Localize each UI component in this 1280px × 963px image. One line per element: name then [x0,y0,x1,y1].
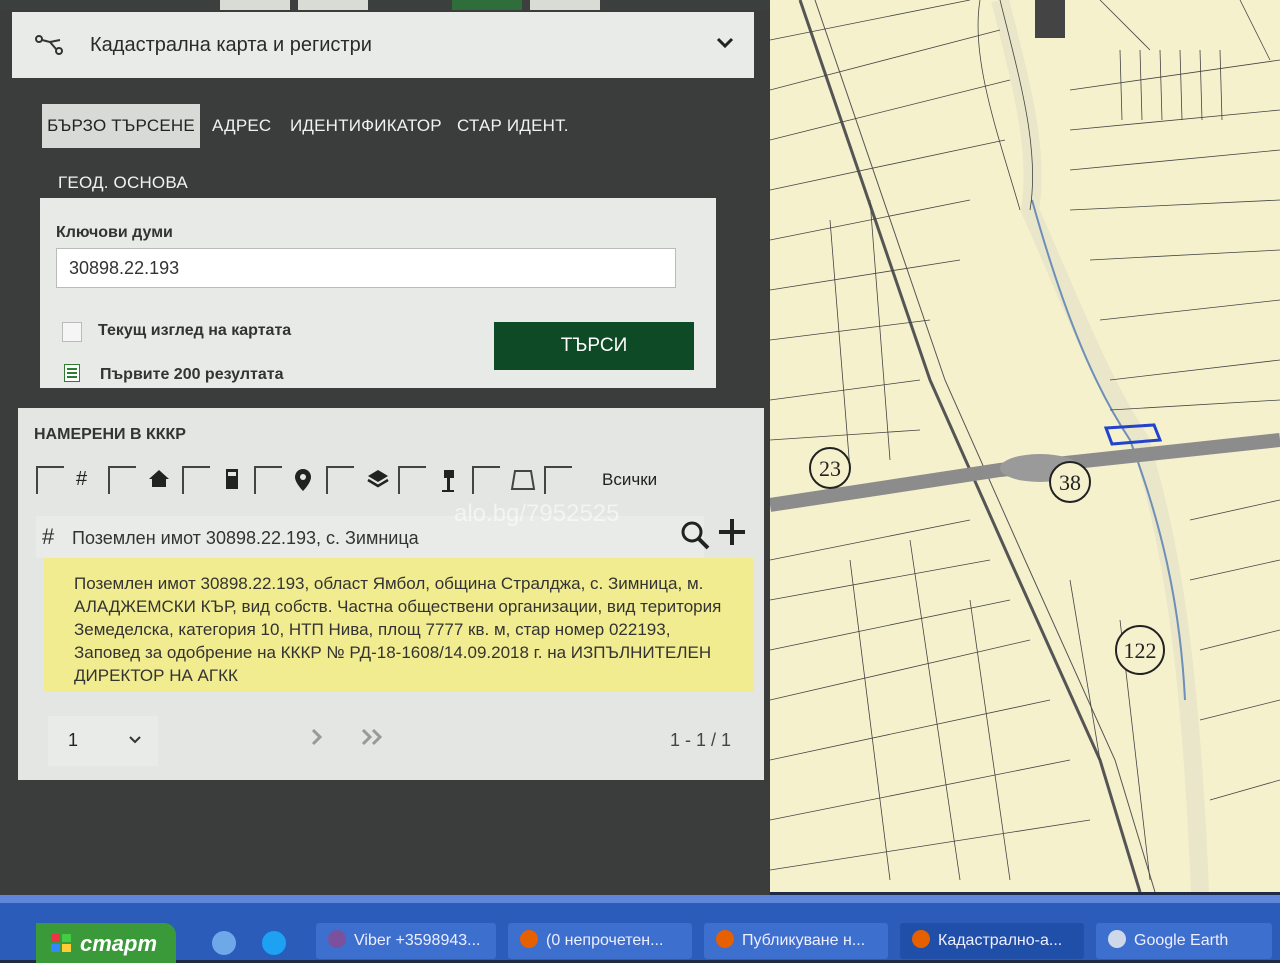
result-count: 1 - 1 / 1 [670,730,732,750]
browser-tab[interactable] [530,0,600,10]
start-label: старт [80,931,158,956]
result-item-title: Поземлен имот 30898.22.193, с. Зимница [72,528,419,548]
panel-title: Кадастрална карта и регистри [90,33,372,56]
filter-area-checkbox[interactable] [472,466,500,494]
road-label-122: 122 [1124,638,1157,663]
taskbar-item-firefox-mail[interactable]: (0 непрочетен... [508,923,692,959]
browser-tab[interactable] [298,0,368,10]
door-icon [224,468,240,496]
result-type-filters: # Всички [36,460,676,496]
result-description: Поземлен имот 30898.22.193, област Ямбол… [44,558,754,692]
browser-quicklaunch-icon[interactable] [212,931,236,955]
grid-icon: # [76,468,88,490]
google-earth-icon [1108,930,1126,948]
start-button[interactable]: старт [36,923,176,963]
layers-icon [366,468,390,496]
description-line: Земеделска, категория 10, НТП Нива, площ… [74,620,671,639]
description-line: Поземлен имот 30898.22.193, област Ямбол… [74,574,704,593]
taskbar-item-label: (0 непрочетен... [546,932,664,949]
tab-quick-search[interactable]: БЪРЗО ТЪРСЕНЕ [42,104,200,148]
taskbar-item-label: Google Earth [1134,932,1229,949]
grid-icon: # [42,524,55,549]
pagination: 1 1 - 1 / 1 [48,716,748,766]
current-view-checkbox[interactable] [62,322,82,342]
description-line: АЛАДЖЕМСКИ КЪР, вид собств. Частна общес… [74,597,722,616]
taskbar-item-viber[interactable]: Viber +3598943... [316,923,496,959]
last-page-icon[interactable] [360,728,386,752]
building-marker [1035,0,1065,38]
taskbar-item-label: Viber +3598943... [354,932,481,949]
map-pin-icon [294,468,312,498]
filter-all-label: Всички [602,470,658,489]
taskbar-item-label: Кадастрално-а... [938,932,1063,949]
browser-tab[interactable] [220,0,290,10]
chevron-down-icon [128,732,142,750]
map-canvas[interactable]: 23 38 122 [768,0,1280,893]
description-line: Заповед за одобрение на КККР № РД-18-160… [74,643,712,662]
keywords-input[interactable] [56,248,676,288]
page-select[interactable]: 1 [48,716,158,766]
polygon-icon [510,468,536,498]
next-page-icon[interactable] [310,728,324,752]
add-icon[interactable] [716,516,748,552]
spreadsheet-icon[interactable] [64,364,80,382]
filter-layer-checkbox[interactable] [326,466,354,494]
filter-all-checkbox[interactable] [544,466,572,494]
layers-tree-icon [34,34,64,56]
search-icon[interactable] [680,520,712,552]
windows-logo-icon [51,934,71,952]
tab-identifier[interactable]: ИДЕНТИФИКАТОР [290,116,442,136]
current-view-label: Текущ изглед на картата [98,322,292,339]
filter-address-checkbox[interactable] [254,466,282,494]
browser-tab-active[interactable] [452,0,522,10]
filter-parcel-checkbox[interactable] [36,466,64,494]
results-title: НАМЕРЕНИ В КККР [34,426,186,443]
watermark: alo.bg/7952525 [454,500,620,527]
browser-top-strip [0,0,780,10]
tab-old-identifier[interactable]: СТАР ИДЕНТ. [457,116,569,136]
survey-point-icon [440,468,458,500]
filter-unit-checkbox[interactable] [182,466,210,494]
viber-icon [328,930,346,948]
search-button[interactable]: ТЪРСИ [494,322,694,370]
keywords-label: Ключови думи [56,224,173,241]
tab-address[interactable]: АДРЕС [212,116,271,136]
taskbar-item-label: Публикуване н... [742,932,866,949]
cadastral-map[interactable]: 23 38 122 [768,0,1280,893]
description-line: ДИРЕКТОР НА АГКК [74,666,238,685]
page-number: 1 [68,730,79,750]
panel-header[interactable]: Кадастрална карта и регистри [12,12,754,78]
twitter-icon[interactable] [262,931,286,955]
house-icon [148,468,170,494]
firefox-icon [912,930,930,948]
taskbar: старт Viber +3598943... (0 непрочетен...… [0,895,1280,963]
filter-geodetic-checkbox[interactable] [398,466,426,494]
road-label-23: 23 [819,456,841,481]
taskbar-top-line [0,895,1280,903]
search-box: Ключови думи Текущ изглед на картата Пър… [40,198,716,388]
road-label-38: 38 [1059,470,1081,495]
results-panel: НАМЕРЕНИ В КККР # Всички # Поземлен имот… [18,408,764,780]
chevron-down-icon[interactable] [716,32,734,55]
left-panel: Кадастрална карта и регистри БЪРЗО ТЪРСЕ… [0,10,770,895]
firefox-icon [520,930,538,948]
taskbar-item-firefox-cadastre[interactable]: Кадастрално-а... [900,923,1084,959]
tab-geodetic-base[interactable]: ГЕОД. ОСНОВА [58,173,188,193]
filter-building-checkbox[interactable] [108,466,136,494]
firefox-icon [716,930,734,948]
first-200-label: Първите 200 резултата [100,366,284,383]
taskbar-item-google-earth[interactable]: Google Earth [1096,923,1272,959]
taskbar-item-firefox-publish[interactable]: Публикуване н... [704,923,888,959]
